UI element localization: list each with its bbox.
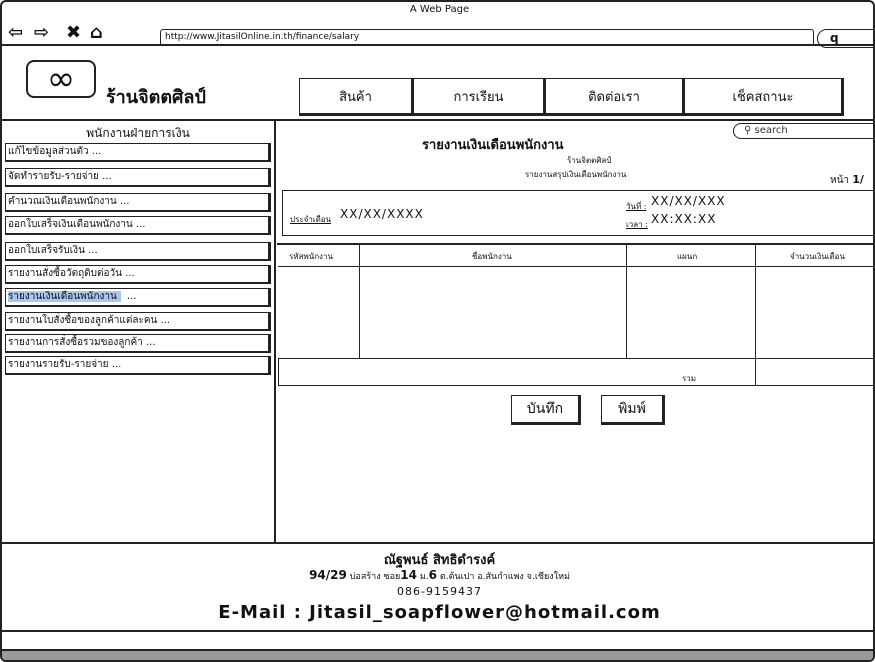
sidebar-item-salary-report[interactable]: รายงานเงินเดือนพนักงาน...: [5, 288, 271, 307]
report-subtitle-shop: ร้านจิตตศิลป์: [567, 156, 612, 165]
column-divider: [626, 243, 627, 359]
footer-bottom-divider: [2, 630, 873, 632]
sidebar-item-total-order-report[interactable]: รายงานการสั่งซื้อรวมของลูกค้า ...: [5, 334, 271, 353]
sidebar-item-label: จัดทำรายรับ-รายจ่าย ...: [8, 171, 112, 182]
address-text: ม.: [419, 572, 429, 582]
sidebar-item-payment-receipt[interactable]: ออกใบเสร็จรับเงิน ...: [5, 242, 271, 261]
total-row: [278, 358, 873, 386]
home-icon[interactable]: ⌂: [90, 24, 103, 42]
col-header-employee-name: ชื่อพนักงาน: [472, 252, 512, 261]
page-label: หน้า: [830, 175, 850, 186]
page-value: 1/: [852, 173, 864, 186]
sidebar-item-income-expense-entry[interactable]: จัดทำรายรับ-รายจ่าย ...: [5, 168, 271, 187]
back-arrow-icon[interactable]: ⇦: [8, 24, 23, 42]
col-header-department: แผนก: [677, 252, 698, 261]
nav-learning[interactable]: การเรียน: [413, 78, 546, 116]
column-divider: [755, 358, 756, 386]
url-bar[interactable]: http://www.JitasilOnline.in.th/finance/s…: [160, 29, 814, 46]
col-header-salary-amount: จำนวนเงินเดือน: [790, 252, 845, 261]
sidebar-item-label: รายงานการสั่งซื้อรวมของลูกค้า ...: [8, 337, 156, 348]
window-title: A Web Page: [409, 4, 470, 15]
sidebar-item-label: รายงานสั่งซื้อวัตถุดิบต่อวัน ...: [8, 268, 135, 279]
forward-arrow-icon[interactable]: ⇨: [34, 24, 49, 42]
footer-phone: 086-9159437: [397, 585, 482, 598]
save-button[interactable]: บันทึก: [511, 395, 581, 425]
footer-name: ณัฐพนธ์ สิทธิดำรงค์: [383, 553, 496, 568]
search-icon: ⚲: [744, 125, 752, 136]
browser-toolbar: A Web Page ⇦ ⇨ ✖ ⌂ http://www.JitasilOnl…: [2, 2, 873, 48]
page-number: หน้า 1/: [830, 173, 864, 188]
table-header-divider: [278, 266, 873, 267]
sidebar-item-label: คำนวณเงินเดือนพนักงาน ...: [8, 196, 130, 207]
address-text: บ่อสร้าง ซอย: [349, 572, 401, 582]
col-header-employee-id: รหัสพนักงาน: [289, 252, 333, 261]
close-icon[interactable]: ✖: [66, 24, 81, 42]
status-bar: [2, 649, 873, 660]
sidebar-item-label: รายงานรายรับ-รายจ่าย ...: [8, 359, 122, 370]
address-moo: 6: [428, 568, 437, 582]
sidebar-item-label: ออกใบเสร็จรับเงิน ...: [8, 245, 98, 256]
header-divider: [2, 119, 873, 121]
sidebar-item-material-order-report[interactable]: รายงานสั่งซื้อวัตถุดิบต่อวัน ...: [5, 265, 271, 284]
sidebar-item-label: รายงานใบสั่งซื้อของลูกค้าแต่ละคน ...: [8, 315, 171, 326]
date-value: XX/XX/XXX: [651, 194, 726, 208]
browser-search-field[interactable]: q: [817, 29, 873, 48]
address-text: ต.ต้นเปา อ.สันกำแพง จ.เชียงใหม่: [439, 572, 570, 582]
sidebar-divider: [274, 119, 276, 543]
footer-email[interactable]: E-Mail : Jitasil_soapflower@hotmail.com: [2, 602, 873, 623]
date-label: วันที่ :: [626, 202, 647, 211]
nav-products[interactable]: สินค้า: [299, 78, 414, 116]
sidebar-item-label: แก้ไขข้อมูลส่วนตัว ...: [8, 146, 102, 157]
column-divider: [359, 243, 360, 359]
sidebar-item-label: ออกใบเสร็จเงินเดือนพนักงาน ...: [8, 219, 146, 230]
footer-address: 94/29 บ่อสร้าง ซอย14 ม.6 ต.ต้นเปา อ.สันก…: [2, 568, 873, 583]
top-nav: สินค้า การเรียน ติดต่อเรา เช็คสถานะ: [299, 78, 844, 116]
address-number: 94/29: [309, 568, 347, 582]
sidebar-item-salary-calc[interactable]: คำนวณเงินเดือนพนักงาน ...: [5, 193, 271, 212]
sidebar-title: พนักงานฝ่ายการเงิน: [86, 126, 190, 140]
sidebar-item-income-expense-report[interactable]: รายงานรายรับ-รายจ่าย ...: [5, 356, 271, 375]
nav-contact[interactable]: ติดต่อเรา: [545, 78, 685, 116]
address-soi: 14: [400, 568, 417, 582]
sidebar-item-customer-order-report[interactable]: รายงานใบสั่งซื้อของลูกค้าแต่ละคน ...: [5, 312, 271, 331]
time-value: XX:XX:XX: [651, 212, 717, 226]
infinity-logo-icon: ∞: [46, 59, 76, 99]
logo[interactable]: ∞: [26, 60, 96, 98]
shop-name: ร้านจิตตศิลป์: [106, 87, 206, 108]
month-value: XX/XX/XXXX: [340, 207, 424, 221]
report-title: รายงานเงินเดือนพนักงาน: [422, 138, 564, 153]
browser-window: A Web Page ⇦ ⇨ ✖ ⌂ http://www.JitasilOnl…: [0, 0, 875, 662]
month-label: ประจำเดือน: [290, 215, 332, 224]
search-placeholder: search: [754, 125, 788, 136]
sidebar-item-label: รายงานเงินเดือนพนักงาน: [8, 291, 121, 302]
report-subtitle-summary: รายงานสรุปเงินเดือนพนักงาน: [525, 170, 627, 179]
sidebar-item-edit-profile[interactable]: แก้ไขข้อมูลส่วนตัว ...: [5, 143, 271, 162]
search-icon: q: [830, 31, 839, 45]
sidebar-item-salary-receipt[interactable]: ออกใบเสร็จเงินเดือนพนักงาน ...: [5, 216, 271, 235]
report-search-input[interactable]: ⚲ search: [733, 123, 873, 139]
nav-check-status[interactable]: เช็คสถานะ: [684, 78, 844, 116]
print-button[interactable]: พิมพ์: [601, 395, 665, 425]
footer-divider: [2, 542, 873, 544]
time-label: เวลา :: [626, 220, 648, 229]
sidebar-item-ellipsis: ...: [126, 291, 137, 302]
total-label: รวม: [682, 374, 697, 383]
